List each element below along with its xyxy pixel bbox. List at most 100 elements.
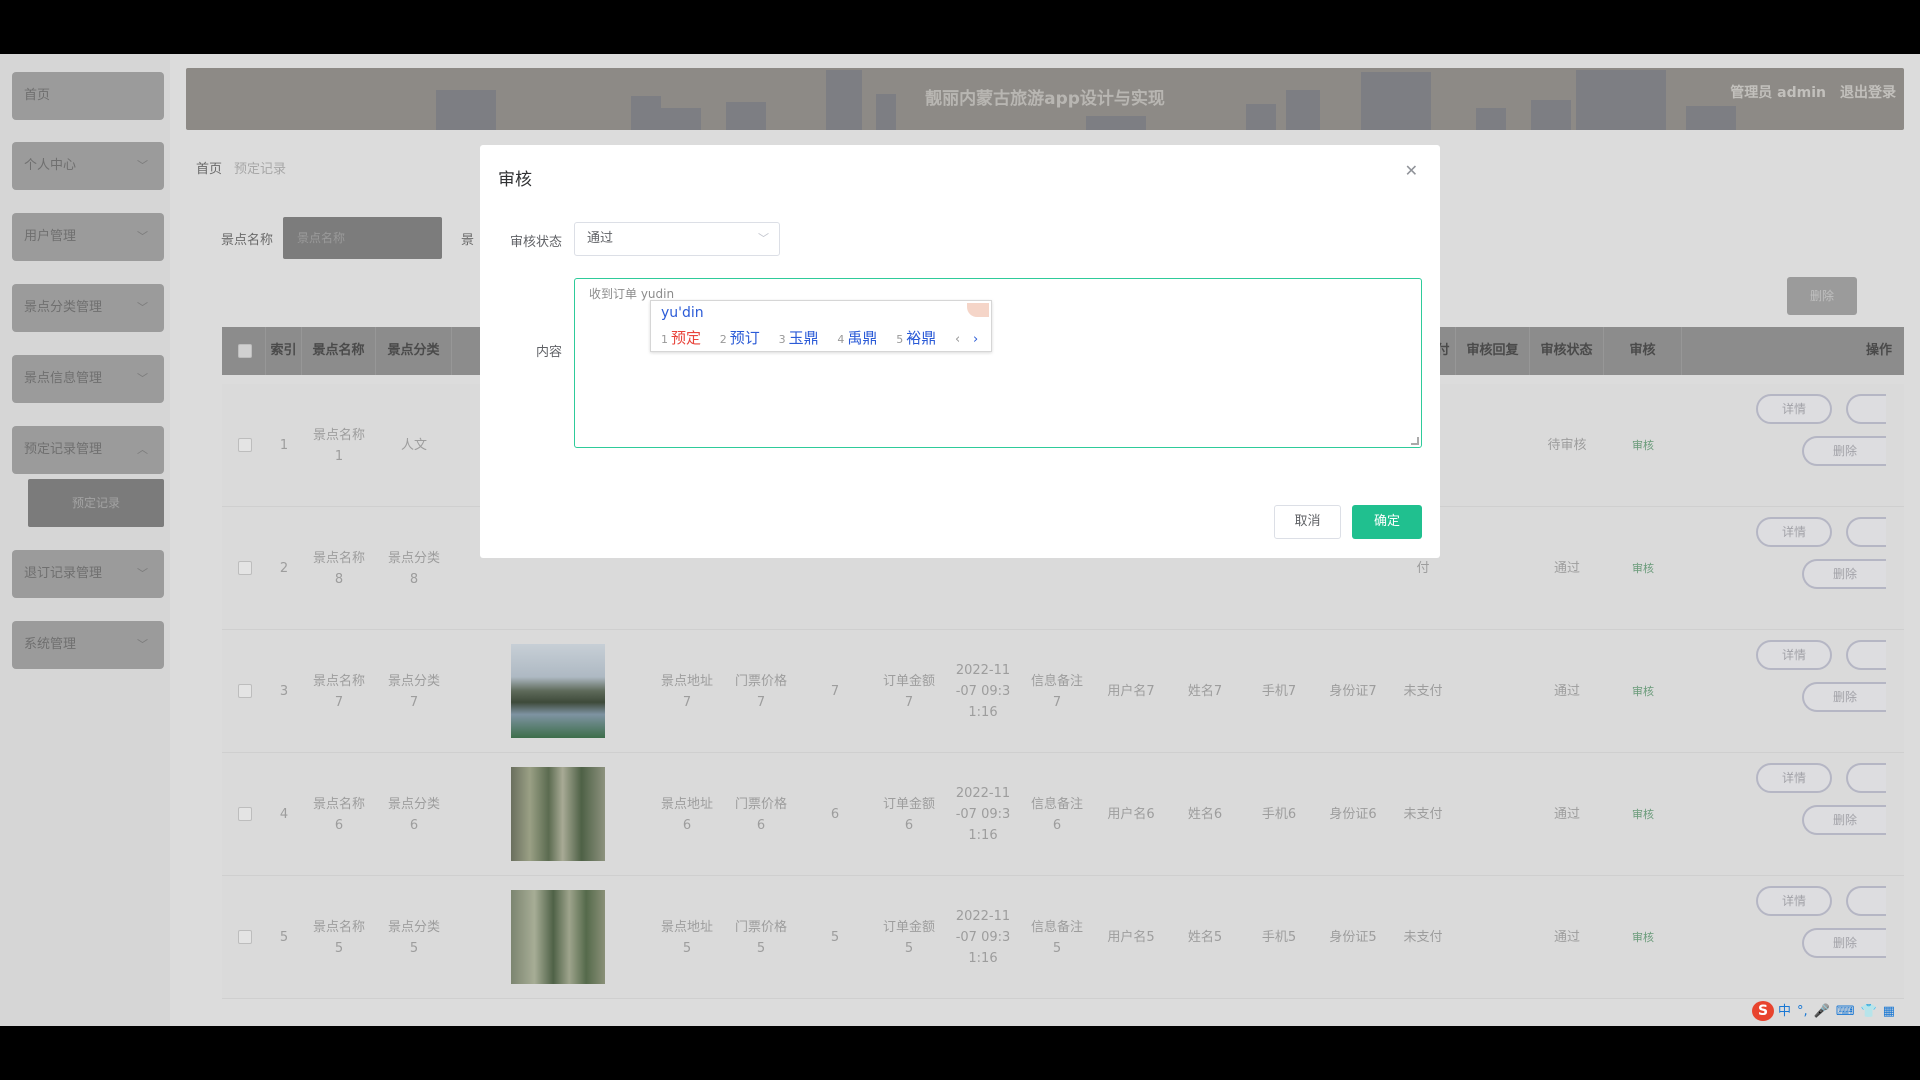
review-status-select[interactable]: 通过 ﹀	[574, 222, 780, 256]
admin-label: 管理员 admin	[1730, 85, 1826, 101]
delete-button[interactable]: 删除	[1802, 805, 1886, 835]
search-label-2: 景	[461, 233, 475, 248]
sidebar-item-spot-management[interactable]: 景点信息管理 ﹀	[12, 355, 164, 403]
sidebar-item-label: 首页	[24, 88, 51, 103]
row-checkbox[interactable]	[238, 684, 252, 698]
detail-button[interactable]: 详情	[1756, 517, 1832, 547]
detail-button[interactable]: 详情	[1756, 886, 1832, 916]
cell-phone: 手机7	[1261, 684, 1297, 699]
cell-addr: 景点地址 5	[660, 919, 713, 956]
sidebar-item-label: 景点分类管理	[24, 300, 103, 315]
cell-amount: 订单金额 5	[882, 919, 935, 956]
sidebar-item-home[interactable]: 首页	[12, 72, 164, 120]
skin-icon[interactable]: 👕	[1861, 1004, 1877, 1019]
ime-lang-toggle[interactable]: 中	[1778, 1004, 1791, 1019]
cell-addr: 景点地址 6	[660, 796, 713, 833]
chevron-down-icon: ﹀	[137, 301, 148, 314]
edit-button[interactable]	[1846, 886, 1886, 916]
sidebar-item-cancellation-management[interactable]: 退订记录管理 ﹀	[12, 550, 164, 598]
sidebar-item-label: 用户管理	[24, 229, 77, 244]
cell-realname: 姓名6	[1187, 807, 1223, 822]
sidebar-item-user-management[interactable]: 用户管理 ﹀	[12, 213, 164, 261]
review-link[interactable]: 审核	[1604, 384, 1682, 507]
delete-button[interactable]: 删除	[1802, 682, 1886, 712]
ime-candidate[interactable]: 4 禹鼎	[837, 329, 877, 347]
ime-candidate[interactable]: 3 玉鼎	[779, 329, 819, 347]
cell-name: 景点名称 1	[312, 427, 365, 464]
review-link[interactable]: 审核	[1604, 630, 1682, 753]
ime-candidate[interactable]: 2 预订	[720, 329, 760, 347]
cell-user: 用户名6	[1107, 807, 1155, 822]
punctuation-icon[interactable]: °,	[1797, 1004, 1808, 1019]
detail-button[interactable]: 详情	[1756, 640, 1832, 670]
edit-button[interactable]	[1846, 394, 1886, 424]
ime-status-bar: S 中 °, 🎤 ⌨ 👕 ▦	[1752, 1000, 1920, 1026]
edit-button[interactable]	[1846, 517, 1886, 547]
sidebar-item-system-management[interactable]: 系统管理 ﹀	[12, 621, 164, 669]
cell-index: 5	[279, 930, 289, 945]
chevron-down-icon: ﹀	[137, 230, 148, 243]
ime-candidate-num: 2	[719, 333, 727, 346]
row-checkbox[interactable]	[238, 561, 252, 575]
cell-qty: 6	[830, 807, 840, 822]
cell-index: 1	[279, 438, 289, 453]
cell-idcard: 身份证7	[1329, 684, 1377, 699]
top-header: 靓丽内蒙古旅游app设计与实现 管理员 admin 退出登录	[186, 68, 1904, 130]
review-dialog: 审核 ✕ 审核状态 通过 ﹀ 内容 收到订单 yudin yu'din 1 预定 …	[480, 145, 1440, 558]
ime-prev-icon[interactable]: ‹	[955, 332, 960, 347]
chevron-up-icon: ︿	[137, 443, 148, 456]
ime-logo-icon	[967, 303, 989, 317]
row-checkbox[interactable]	[238, 807, 252, 821]
resize-handle-icon[interactable]	[1411, 437, 1419, 445]
sidebar-item-label: 系统管理	[24, 637, 77, 652]
bulk-delete-button[interactable]: 删除	[1787, 277, 1857, 315]
edit-button[interactable]	[1846, 763, 1886, 793]
edit-button[interactable]	[1846, 640, 1886, 670]
sogou-logo-icon[interactable]: S	[1752, 1001, 1774, 1021]
review-link[interactable]: 审核	[1604, 876, 1682, 999]
cell-pay: 未支付	[1403, 807, 1443, 822]
ime-candidate-text: 预定	[671, 329, 702, 347]
th-index: 索引	[266, 327, 302, 375]
cell-user: 用户名7	[1107, 684, 1155, 699]
cell-addr: 景点地址 7	[660, 673, 713, 710]
ime-candidate[interactable]: 5 裕鼎	[896, 329, 936, 347]
review-link[interactable]: 审核	[1604, 753, 1682, 876]
row-checkbox[interactable]	[238, 930, 252, 944]
confirm-button[interactable]: 确定	[1352, 505, 1422, 539]
detail-button[interactable]: 详情	[1756, 763, 1832, 793]
breadcrumb-home[interactable]: 首页	[196, 162, 222, 177]
sidebar-item-booking-management[interactable]: 预定记录管理 ︿	[12, 426, 164, 474]
sidebar-item-personal-center[interactable]: 个人中心 ﹀	[12, 142, 164, 190]
search-input[interactable]: 景点名称	[283, 217, 442, 259]
table-row: 3 景点名称 7 景点分类 7 景点地址 7 门票价格 7 7 订单金额 7 2022-11 …	[222, 630, 1904, 753]
cell-pay: 未支付	[1403, 684, 1443, 699]
sidebar-subitem-booking-records[interactable]: 预定记录	[28, 479, 164, 527]
cell-amount: 订单金额 6	[882, 796, 935, 833]
cell-category: 人文	[400, 438, 427, 453]
delete-button[interactable]: 删除	[1802, 436, 1886, 466]
header-user-area: 管理员 admin 退出登录	[1730, 82, 1896, 102]
microphone-icon[interactable]: 🎤	[1814, 1004, 1830, 1019]
toolbox-icon[interactable]: ▦	[1883, 1004, 1895, 1019]
keyboard-icon[interactable]: ⌨	[1836, 1004, 1855, 1019]
cell-phone: 手机6	[1261, 807, 1297, 822]
ime-candidate-text: 预订	[729, 329, 760, 347]
delete-button[interactable]: 删除	[1802, 928, 1886, 958]
review-link[interactable]: 审核	[1604, 507, 1682, 630]
close-icon[interactable]: ✕	[1405, 161, 1418, 180]
ime-next-icon[interactable]: ›	[973, 332, 978, 347]
cell-note: 信息备注 5	[1030, 919, 1083, 956]
delete-button[interactable]: 删除	[1802, 559, 1886, 589]
ime-candidate[interactable]: 1 预定	[661, 329, 701, 347]
cell-user: 用户名5	[1107, 930, 1155, 945]
row-checkbox[interactable]	[238, 438, 252, 452]
cancel-button[interactable]: 取消	[1274, 505, 1341, 539]
sidebar-item-label: 预定记录管理	[24, 442, 103, 457]
review-status-value: 通过	[587, 231, 614, 246]
select-all-checkbox[interactable]	[238, 344, 252, 358]
logout-link[interactable]: 退出登录	[1840, 85, 1896, 101]
detail-button[interactable]: 详情	[1756, 394, 1832, 424]
sidebar-item-category-management[interactable]: 景点分类管理 ﹀	[12, 284, 164, 332]
ime-candidate-num: 3	[778, 333, 786, 346]
